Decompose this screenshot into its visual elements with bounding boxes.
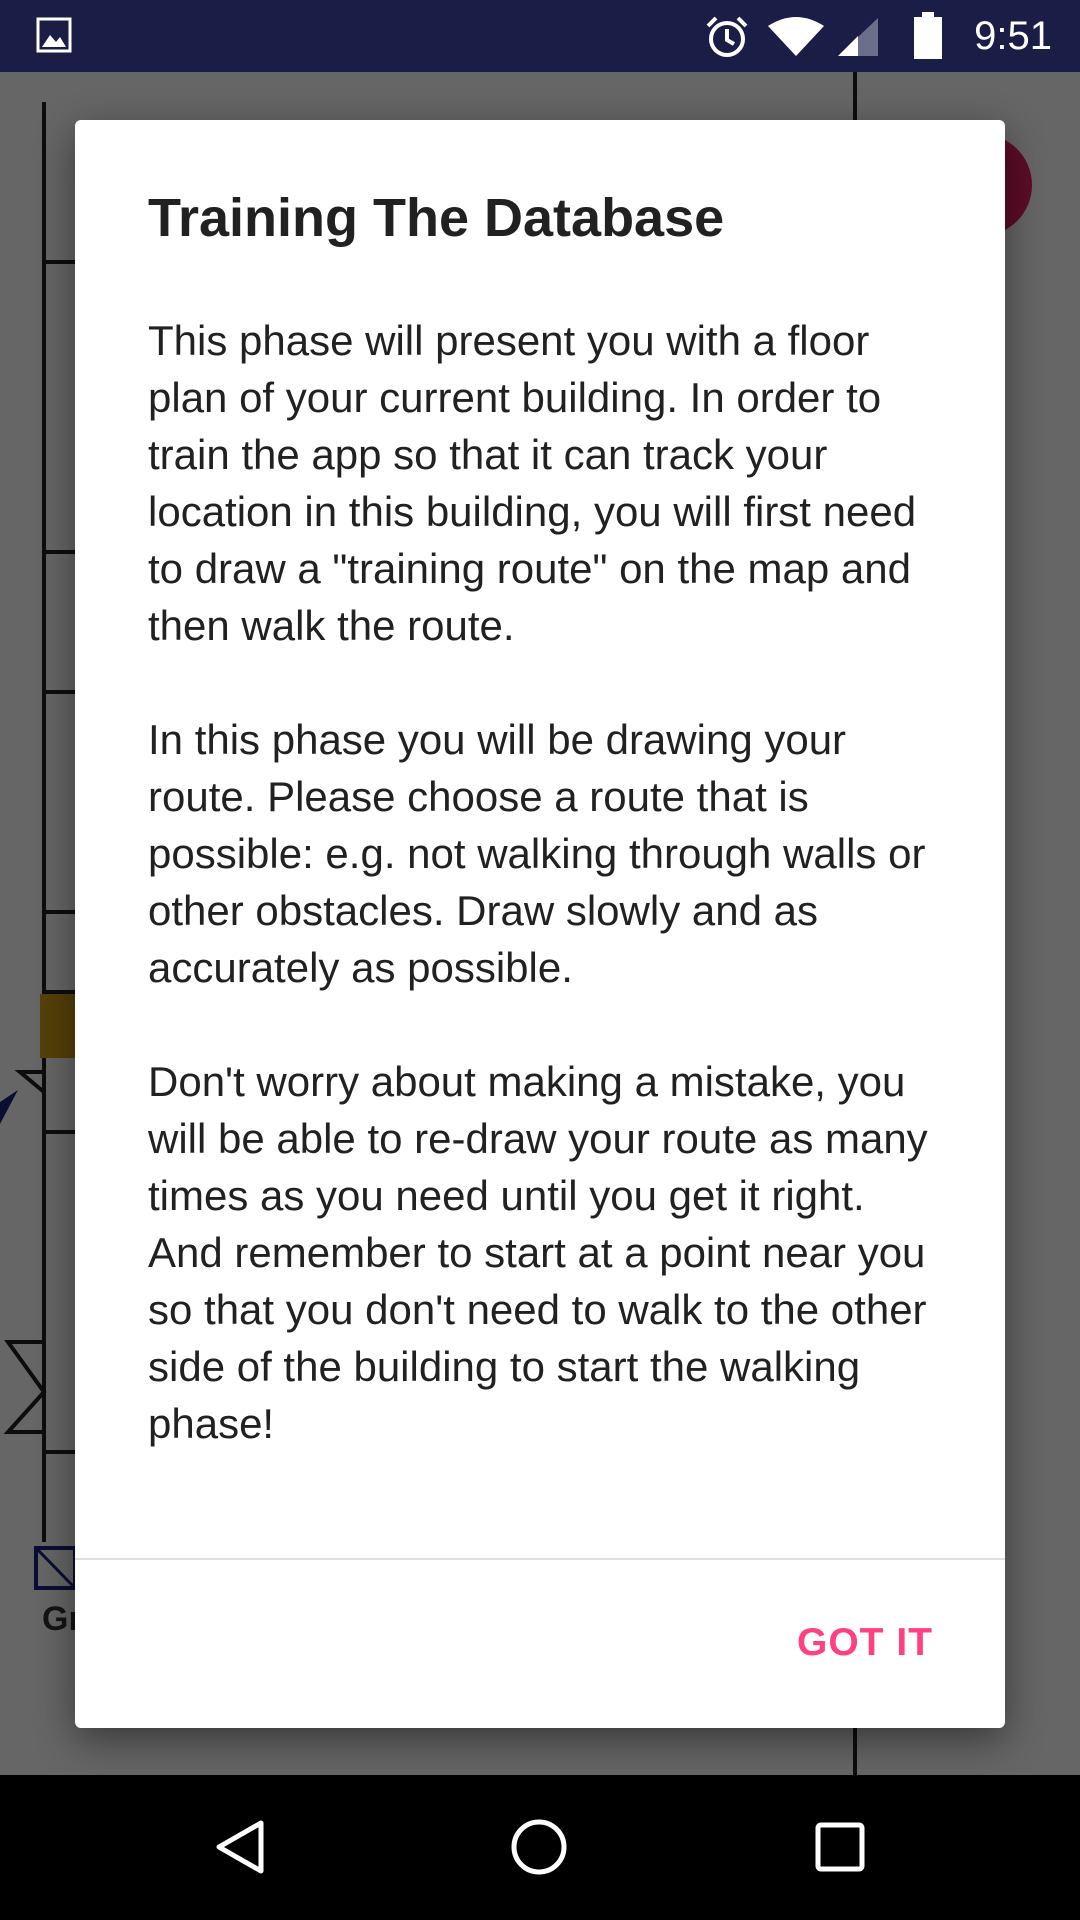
status-time: 9:51 — [974, 14, 1052, 58]
back-icon — [216, 1820, 264, 1874]
got-it-button[interactable]: GOT IT — [765, 1606, 965, 1680]
home-icon — [511, 1819, 567, 1875]
navigation-bar — [0, 1775, 1080, 1920]
dialog-paragraph-2: In this phase you will be drawing your r… — [148, 716, 926, 991]
cell-signal-icon — [838, 18, 878, 56]
dialog-paragraph-1: This phase will present you with a floor… — [148, 317, 917, 649]
status-bar: 9:51 — [0, 0, 1080, 72]
home-button[interactable] — [499, 1807, 579, 1887]
info-dialog: Training The Database This phase will pr… — [75, 120, 1005, 1728]
recents-button[interactable] — [800, 1807, 880, 1887]
wifi-icon — [768, 17, 824, 56]
recents-icon — [815, 1822, 865, 1872]
gallery-icon — [36, 17, 72, 53]
dialog-message[interactable]: This phase will present you with a floor… — [148, 312, 948, 1558]
alarm-icon — [706, 16, 748, 57]
dialog-paragraph-3: Don't worry about making a mistake, you … — [148, 1058, 928, 1447]
back-button[interactable] — [201, 1807, 281, 1887]
dialog-divider — [75, 1558, 1005, 1560]
dialog-title: Training The Database — [148, 188, 725, 248]
battery-icon — [914, 12, 942, 59]
